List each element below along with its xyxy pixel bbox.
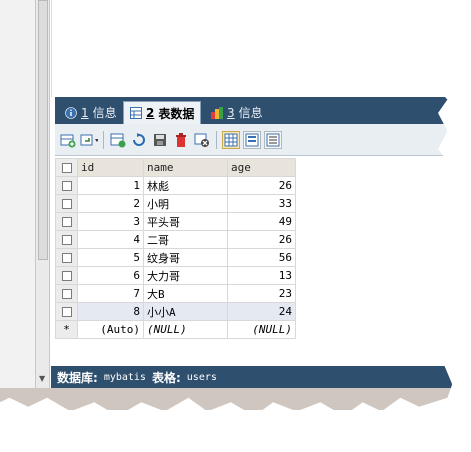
cell-age[interactable]: 56	[227, 248, 296, 267]
export-icon[interactable]	[151, 131, 169, 149]
insert-dropdown-icon[interactable]	[80, 131, 98, 149]
grid-toolbar	[55, 124, 453, 156]
cell-age[interactable]: 26	[227, 230, 296, 249]
cell-id[interactable]: 7	[77, 284, 144, 303]
cancel-icon[interactable]	[193, 131, 211, 149]
torn-paper-frame: ▼ 1 信息 2 表数据 3 信息 id name age 1 林彪 26 2 …	[0, 0, 471, 416]
cell-age[interactable]: 33	[227, 194, 296, 213]
pane-divider	[51, 0, 52, 97]
cell-age[interactable]: 24	[227, 302, 296, 321]
table-value: users	[186, 371, 217, 383]
cell-age[interactable]: (NULL)	[227, 320, 296, 339]
cell-age[interactable]: 13	[227, 266, 296, 285]
column-header-age[interactable]: age	[227, 158, 296, 177]
tab-label: 表数据	[158, 106, 195, 121]
tab-table-data[interactable]: 2 表数据	[123, 101, 202, 124]
cell-age[interactable]: 23	[227, 284, 296, 303]
column-header-name[interactable]: name	[143, 158, 228, 177]
row-checkbox[interactable]	[55, 248, 78, 267]
row-checkbox[interactable]	[55, 194, 78, 213]
table-label: 表格:	[151, 370, 181, 385]
form-view-icon[interactable]	[243, 130, 261, 149]
right-edge	[461, 97, 471, 367]
torn-edge-band	[0, 388, 453, 410]
toolbar-separator	[216, 130, 217, 149]
scroll-down-arrow-icon[interactable]: ▼	[39, 374, 45, 383]
colorful-info-icon	[211, 106, 223, 119]
table-row[interactable]: 5 纹身哥 56	[55, 248, 296, 267]
cell-id[interactable]: 1	[77, 176, 144, 195]
row-checkbox[interactable]	[55, 176, 78, 195]
left-scrollbar[interactable]: ▼	[36, 0, 50, 390]
cell-id[interactable]: 6	[77, 266, 144, 285]
tab-number: 1	[81, 105, 89, 120]
tab-info[interactable]: 1 信息	[59, 101, 123, 124]
db-value: mybatis	[103, 371, 146, 383]
cell-id[interactable]: 3	[77, 212, 144, 231]
tab-label: 信息	[92, 106, 117, 120]
cell-name[interactable]: 小小A	[143, 302, 228, 321]
result-tabs: 1 信息 2 表数据 3 信息	[55, 97, 453, 124]
scroll-thumb[interactable]	[38, 0, 48, 260]
row-checkbox[interactable]	[55, 284, 78, 303]
tab-number: 3	[227, 105, 235, 120]
query-editor-pane[interactable]	[51, 0, 453, 97]
tab-info-3[interactable]: 3 信息	[205, 101, 269, 124]
table-row[interactable]: 6 大力哥 13	[55, 266, 296, 285]
grid-view-icon[interactable]	[222, 130, 240, 149]
result-grid: id name age 1 林彪 26 2 小明 33 3 平头哥 49 4 二…	[55, 158, 296, 339]
header-row: id name age	[55, 158, 296, 177]
table-icon	[130, 107, 142, 119]
save-icon[interactable]	[109, 131, 127, 149]
row-checkbox[interactable]	[55, 212, 78, 231]
row-checkbox[interactable]	[55, 230, 78, 249]
left-panel	[0, 0, 36, 390]
cell-id[interactable]: 5	[77, 248, 144, 267]
table-row[interactable]: 3 平头哥 49	[55, 212, 296, 231]
row-checkbox[interactable]	[55, 302, 78, 321]
cell-name[interactable]: 大B	[143, 284, 228, 303]
cell-name[interactable]: 纹身哥	[143, 248, 228, 267]
cell-id[interactable]: (Auto)	[77, 320, 144, 339]
add-row-icon[interactable]	[59, 131, 77, 149]
cell-age[interactable]: 26	[227, 176, 296, 195]
text-view-icon[interactable]	[264, 130, 282, 149]
cell-name[interactable]: 林彪	[143, 176, 228, 195]
table-row[interactable]: 2 小明 33	[55, 194, 296, 213]
cell-name[interactable]: 大力哥	[143, 266, 228, 285]
table-row[interactable]: 4 二哥 26	[55, 230, 296, 249]
cell-age[interactable]: 49	[227, 212, 296, 231]
new-row[interactable]: * (Auto) (NULL) (NULL)	[55, 320, 296, 339]
cell-name[interactable]: 小明	[143, 194, 228, 213]
new-row-marker: *	[55, 320, 78, 339]
tab-label: 信息	[238, 106, 263, 120]
table-row-selected[interactable]: 8 小小A 24	[55, 302, 296, 321]
cell-id[interactable]: 8	[77, 302, 144, 321]
table-row[interactable]: 1 林彪 26	[55, 176, 296, 195]
tab-number: 2	[146, 106, 155, 120]
delete-icon[interactable]	[172, 131, 190, 149]
table-row[interactable]: 7 大B 23	[55, 284, 296, 303]
toolbar-separator	[103, 130, 104, 149]
cell-name[interactable]: 二哥	[143, 230, 228, 249]
cell-id[interactable]: 4	[77, 230, 144, 249]
select-all-checkbox[interactable]	[55, 158, 78, 177]
info-icon	[65, 106, 77, 119]
row-checkbox[interactable]	[55, 266, 78, 285]
cell-name[interactable]: (NULL)	[143, 320, 228, 339]
cell-id[interactable]: 2	[77, 194, 144, 213]
status-bar: 数据库: mybatis 表格: users	[51, 366, 453, 388]
column-header-id[interactable]: id	[77, 158, 144, 177]
db-label: 数据库:	[57, 370, 98, 385]
refresh-icon[interactable]	[130, 131, 148, 149]
cell-name[interactable]: 平头哥	[143, 212, 228, 231]
